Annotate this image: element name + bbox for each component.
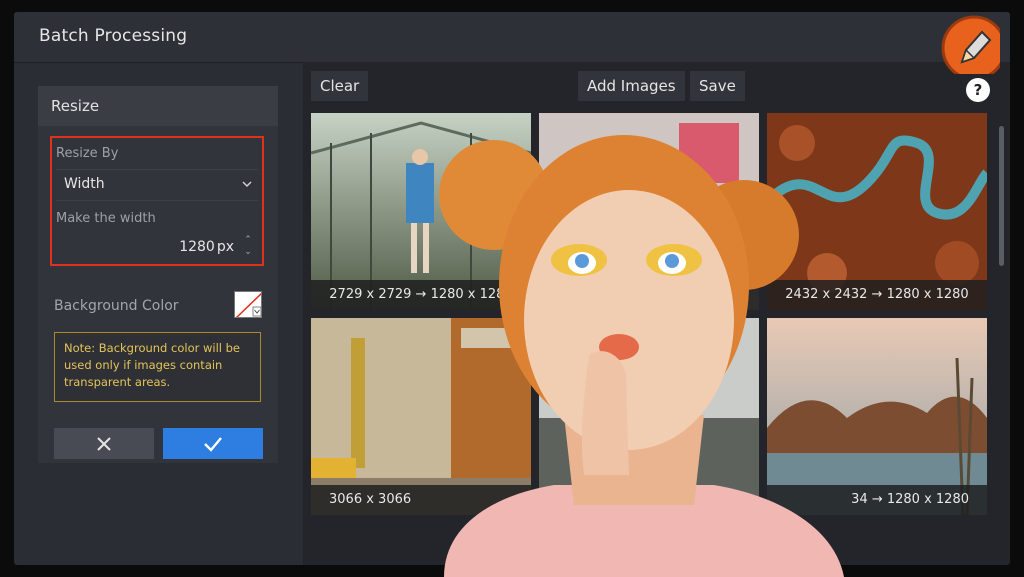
close-icon — [97, 436, 111, 451]
resize-section-header[interactable]: Resize — [38, 86, 278, 126]
add-images-button[interactable]: Add Images — [578, 71, 685, 101]
no-color-icon — [235, 292, 261, 317]
make-width-label: Make the width — [56, 211, 156, 226]
width-input[interactable]: 1280 px ⌃ ⌄ — [56, 234, 258, 262]
resize-panel: Resize Resize By Width Make the width 12… — [38, 86, 278, 463]
stepper-down-icon[interactable]: ⌄ — [242, 246, 254, 258]
resize-by-label: Resize By — [56, 146, 119, 161]
width-value: 1280 px — [179, 239, 234, 255]
width-stepper[interactable]: ⌃ ⌄ — [242, 234, 254, 262]
help-icon[interactable]: ? — [966, 78, 990, 102]
apply-button[interactable] — [163, 428, 263, 459]
save-button[interactable]: Save — [690, 71, 745, 101]
resize-section-title: Resize — [51, 97, 100, 115]
checkmark-icon — [204, 436, 222, 452]
chevron-down-icon — [242, 181, 252, 188]
scrollbar[interactable] — [999, 126, 1004, 266]
image-toolbar: Clear Add Images Save — [303, 62, 1010, 112]
background-color-swatch[interactable] — [234, 291, 262, 318]
background-color-label: Background Color — [54, 298, 179, 314]
resize-by-select[interactable]: Width — [56, 169, 258, 201]
clear-button[interactable]: Clear — [311, 71, 369, 101]
resize-by-value: Width — [64, 176, 105, 192]
stepper-up-icon[interactable]: ⌃ — [242, 234, 254, 246]
transparency-note: Note: Background color will be used only… — [54, 332, 261, 402]
thinking-woman-overlay — [439, 135, 844, 577]
titlebar: Batch Processing — [14, 12, 1010, 63]
dialog-title: Batch Processing — [39, 26, 188, 46]
app-logo-icon — [941, 15, 1000, 74]
cancel-button[interactable] — [54, 428, 154, 459]
resize-options-highlight: Resize By Width Make the width 1280 px ⌃ … — [50, 136, 264, 266]
